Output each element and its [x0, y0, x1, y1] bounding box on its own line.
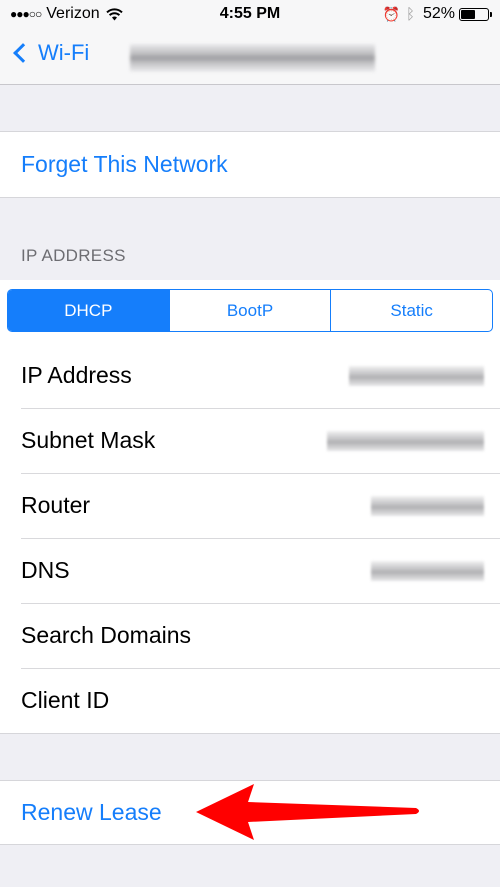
red-arrow-annotation — [196, 784, 419, 840]
battery-fill — [461, 9, 475, 19]
back-button[interactable]: Wi-Fi — [10, 40, 89, 66]
row-dns: DNS — [0, 538, 500, 603]
segment-static[interactable]: Static — [330, 290, 492, 331]
dns-value-blurred — [371, 561, 484, 581]
back-label: Wi-Fi — [38, 40, 90, 65]
bluetooth-icon: ᛒ — [405, 5, 415, 23]
row-label: IP Address — [21, 362, 132, 388]
router-value-blurred — [371, 496, 484, 516]
alarm-icon: ⏰ — [382, 5, 400, 22]
row-ip-address: IP Address — [0, 343, 500, 408]
subnet-mask-value-blurred — [327, 431, 484, 451]
ip-address-value-blurred — [349, 366, 484, 386]
renew-lease-label: Renew Lease — [21, 799, 162, 825]
network-name-title-blurred — [130, 44, 375, 72]
navigation-bar: Wi-Fi — [0, 30, 500, 85]
status-bar: ●●●○○ Verizon 4:55 PM ⏰ ᛒ 52% — [0, 0, 500, 30]
battery-nub — [490, 11, 492, 17]
battery-icon — [459, 7, 489, 21]
segment-bootp[interactable]: BootP — [168, 290, 331, 331]
segment-dhcp[interactable]: DHCP — [8, 290, 169, 331]
row-client-id[interactable]: Client ID — [0, 668, 500, 733]
row-label: Router — [21, 492, 91, 518]
row-label: Client ID — [21, 687, 110, 713]
chevron-left-icon — [13, 43, 33, 63]
row-search-domains[interactable]: Search Domains — [0, 603, 500, 668]
row-label: Search Domains — [21, 622, 192, 648]
row-label: Subnet Mask — [21, 427, 156, 453]
row-router: Router — [0, 473, 500, 538]
row-subnet-mask: Subnet Mask — [0, 408, 500, 473]
ip-mode-container: DHCP BootP Static — [0, 280, 500, 343]
row-label: DNS — [21, 557, 70, 583]
battery-percent: 52% — [422, 5, 455, 22]
ip-details-group: IP Address Subnet Mask Router DNS Search… — [0, 343, 500, 734]
ip-mode-segmented-control: DHCP BootP Static — [7, 289, 493, 332]
section-header-ip-address: IP ADDRESS — [21, 246, 126, 265]
forget-network-label: Forget This Network — [21, 151, 228, 177]
arrow-shape — [196, 784, 419, 840]
forget-group: Forget This Network — [0, 131, 500, 198]
forget-network-button[interactable]: Forget This Network — [0, 132, 500, 197]
